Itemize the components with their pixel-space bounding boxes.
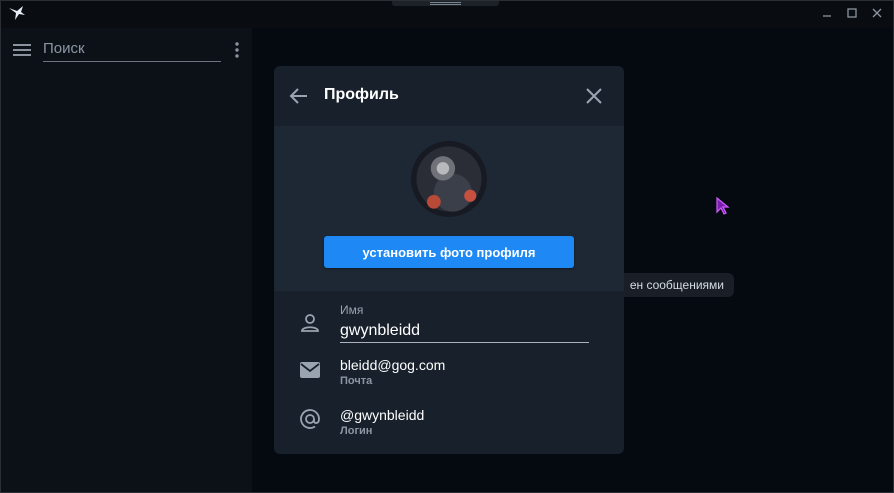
more-vertical-icon[interactable] [231,41,243,59]
hamburger-menu-icon[interactable] [12,42,32,58]
profile-dialog-title: Профиль [324,86,399,103]
profile-photo-section: установить фото профиля [274,126,624,291]
swallow-logo-icon [9,6,25,20]
email-caption: Почта [340,375,373,387]
arrow-left-icon[interactable] [288,85,310,107]
avatar[interactable] [411,141,487,217]
email-value: bleidd@gog.com [340,357,446,373]
window-drag-handle[interactable] [392,0,499,6]
profile-dialog-header: Профиль [274,66,624,126]
window-titlebar [0,0,894,28]
mouse-cursor-icon [716,196,730,215]
name-field[interactable] [340,319,589,343]
maximize-icon[interactable] [845,6,859,20]
login-value: @gwynbleidd [340,407,425,423]
at-sign-icon [300,409,320,429]
search-input[interactable] [43,37,221,62]
sidebar [0,28,252,493]
close-icon[interactable] [583,85,605,107]
envelope-icon [300,362,320,378]
profile-dialog: Профиль установить фото профиля Имя blei… [274,66,624,454]
login-caption: Логин [340,425,373,437]
window-close-icon[interactable] [870,6,884,20]
name-label: Имя [340,303,364,317]
person-icon [301,314,319,332]
minimize-icon[interactable] [820,6,834,20]
set-profile-photo-button[interactable]: установить фото профиля [324,236,574,268]
